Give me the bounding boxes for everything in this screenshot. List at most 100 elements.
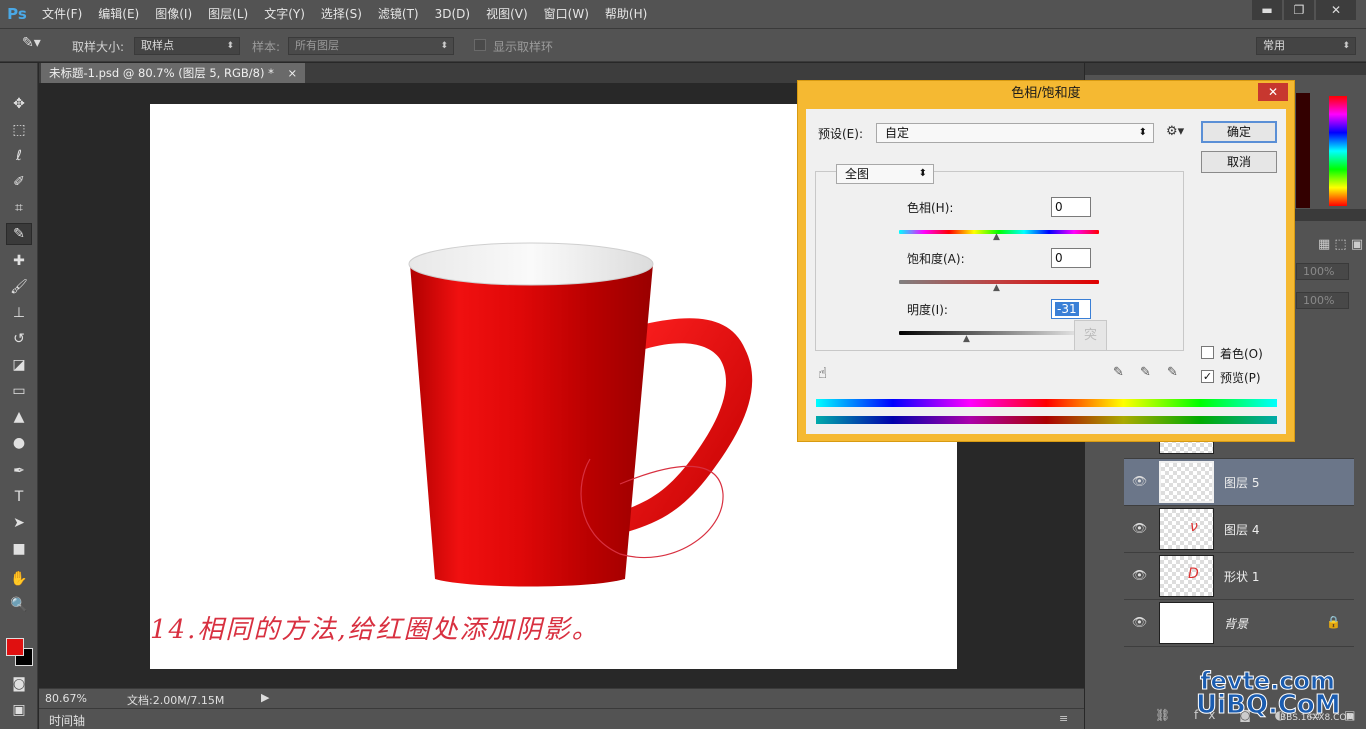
lock-icons[interactable]: ▦ ⬚ ▣ bbox=[1318, 237, 1363, 252]
timeline-tab[interactable]: 时间轴 bbox=[49, 712, 85, 729]
select-arrow-icon: ⬍ bbox=[226, 41, 234, 51]
layer-thumb-mark: D bbox=[1188, 566, 1199, 582]
hue-input[interactable]: 0 bbox=[1051, 197, 1091, 217]
close-window-button[interactable]: ✕ bbox=[1316, 0, 1356, 20]
menu-file[interactable]: 文件(F) bbox=[34, 0, 90, 28]
color-field[interactable] bbox=[1296, 93, 1310, 208]
menu-edit[interactable]: 编辑(E) bbox=[90, 0, 147, 28]
status-bar: 80.67% 文档:2.00M/7.15M ▶ bbox=[39, 688, 1084, 708]
gradient-tool-icon[interactable]: ▭ bbox=[6, 380, 32, 402]
layer-row[interactable]: 👁 D 形状 1 bbox=[1124, 553, 1354, 600]
menu-help[interactable]: 帮助(H) bbox=[597, 0, 655, 28]
mug-body bbox=[410, 264, 653, 587]
minimize-button[interactable]: ▬ bbox=[1252, 0, 1282, 20]
zoom-tool-icon[interactable]: 🔍 bbox=[6, 594, 32, 616]
quick-select-tool-icon[interactable]: ✐ bbox=[6, 171, 32, 193]
move-tool-icon[interactable]: ✥ bbox=[6, 93, 32, 115]
menu-image[interactable]: 图像(I) bbox=[147, 0, 200, 28]
workspace-select[interactable]: 常用 ⬍ bbox=[1256, 37, 1356, 55]
screen-mode-icon[interactable]: ▣ bbox=[6, 699, 32, 721]
brush-tool-icon[interactable]: 🖌 bbox=[6, 276, 32, 298]
saturation-input[interactable]: 0 bbox=[1051, 248, 1091, 268]
stamp-tool-icon[interactable]: ⊥ bbox=[6, 302, 32, 324]
layer-thumb-mark: ν bbox=[1190, 519, 1198, 535]
menu-filter[interactable]: 滤镜(T) bbox=[370, 0, 427, 28]
show-ring-checkbox[interactable] bbox=[474, 39, 486, 51]
layer-row-selected[interactable]: 👁 图层 5 bbox=[1124, 459, 1354, 506]
sample-select[interactable]: 所有图层 ⬍ bbox=[288, 37, 454, 55]
preset-select[interactable]: 自定 ⬍ bbox=[876, 123, 1154, 143]
preview-checkbox[interactable]: ✓ bbox=[1201, 370, 1214, 383]
panel-menu-icon[interactable]: ≡ bbox=[1059, 712, 1068, 725]
lightness-slider-track[interactable] bbox=[899, 331, 1099, 335]
rectangle-tool-icon[interactable]: ■ bbox=[6, 538, 32, 560]
eyedropper-plus-icon[interactable]: ✎ bbox=[1140, 365, 1151, 380]
lightness-input[interactable]: -31 bbox=[1051, 299, 1091, 319]
menu-select[interactable]: 选择(S) bbox=[313, 0, 370, 28]
visibility-eye-icon[interactable]: 👁 bbox=[1132, 474, 1148, 488]
layer-thumbnail bbox=[1159, 602, 1214, 644]
window-controls: ▬ ❐ ✕ bbox=[1252, 0, 1356, 24]
menu-type[interactable]: 文字(Y) bbox=[256, 0, 313, 28]
colorize-checkbox[interactable] bbox=[1201, 346, 1214, 359]
output-color-bar bbox=[816, 416, 1277, 424]
pen-tool-icon[interactable]: ✒ bbox=[6, 460, 32, 482]
eyedropper-tool-preset-icon[interactable]: ✎▾ bbox=[22, 35, 46, 55]
channel-value: 全图 bbox=[845, 167, 870, 181]
lock-icon: 🔒 bbox=[1326, 615, 1341, 629]
channel-select[interactable]: 全图 ⬍ bbox=[836, 164, 934, 184]
lightness-slider-thumb[interactable]: ▲ bbox=[963, 334, 970, 344]
cancel-button[interactable]: 取消 bbox=[1201, 151, 1277, 173]
zoom-level[interactable]: 80.67% bbox=[45, 692, 87, 705]
targeted-adjustment-hand-icon[interactable]: ☝ bbox=[818, 364, 827, 382]
hue-slider-thumb[interactable]: ▲ bbox=[993, 232, 1000, 242]
hand-tool-icon[interactable]: ✋ bbox=[6, 568, 32, 590]
visibility-eye-icon[interactable]: 👁 bbox=[1132, 521, 1148, 535]
tooltip-box: 突 bbox=[1074, 320, 1107, 351]
fill-field[interactable]: 100% bbox=[1296, 292, 1349, 309]
layer-thumbnail: ν bbox=[1159, 508, 1214, 550]
lasso-tool-icon[interactable]: ℓ bbox=[6, 145, 32, 167]
colorize-label: 着色(O) bbox=[1220, 347, 1263, 361]
eyedropper-minus-icon[interactable]: ✎ bbox=[1167, 365, 1178, 380]
quick-mask-icon[interactable]: ◙ bbox=[6, 673, 32, 695]
menu-view[interactable]: 视图(V) bbox=[478, 0, 536, 28]
visibility-eye-icon[interactable]: 👁 bbox=[1132, 568, 1148, 582]
layer-row[interactable]: 👁 ν 图层 4 bbox=[1124, 506, 1354, 553]
menu-layer[interactable]: 图层(L) bbox=[200, 0, 256, 28]
hue-spectrum-bar[interactable] bbox=[1329, 96, 1347, 206]
mug-rim bbox=[408, 242, 654, 286]
workspace-value: 常用 bbox=[1263, 39, 1285, 52]
dialog-title: 色相/饱和度 bbox=[1011, 86, 1081, 101]
visibility-eye-icon[interactable]: 👁 bbox=[1132, 615, 1148, 629]
type-tool-icon[interactable]: T bbox=[6, 486, 32, 508]
marquee-tool-icon[interactable]: ⬚ bbox=[6, 119, 32, 141]
maximize-button[interactable]: ❐ bbox=[1284, 0, 1314, 20]
eyedropper-tool-icon[interactable]: ✎ bbox=[6, 223, 32, 245]
opacity-field[interactable]: 100% bbox=[1296, 263, 1349, 280]
blur-tool-icon[interactable]: ▲ bbox=[6, 406, 32, 428]
document-tab[interactable]: 未标题-1.psd @ 80.7% (图层 5, RGB/8) * × bbox=[41, 63, 306, 83]
menu-window[interactable]: 窗口(W) bbox=[536, 0, 597, 28]
eraser-tool-icon[interactable]: ◪ bbox=[6, 354, 32, 376]
lightness-label: 明度(I): bbox=[907, 303, 948, 317]
sample-size-select[interactable]: 取样点 ⬍ bbox=[134, 37, 240, 55]
panel-header-bar bbox=[1085, 63, 1366, 75]
ok-button[interactable]: 确定 bbox=[1201, 121, 1277, 143]
path-select-tool-icon[interactable]: ➤ bbox=[6, 512, 32, 534]
document-tab-close-icon[interactable]: × bbox=[288, 66, 298, 80]
menu-3d[interactable]: 3D(D) bbox=[427, 0, 478, 28]
hue-saturation-dialog: 色相/饱和度 ✕ 预设(E): 自定 ⬍ ⚙▾ 确定 取消 全图 ⬍ 色相(H)… bbox=[797, 80, 1295, 442]
saturation-slider-thumb[interactable]: ▲ bbox=[993, 283, 1000, 293]
preset-options-gear-icon[interactable]: ⚙▾ bbox=[1166, 124, 1184, 139]
healing-brush-tool-icon[interactable]: ✚ bbox=[6, 250, 32, 272]
eyedropper-icon[interactable]: ✎ bbox=[1113, 365, 1124, 380]
saturation-label: 饱和度(A): bbox=[907, 252, 965, 266]
history-brush-tool-icon[interactable]: ↺ bbox=[6, 328, 32, 350]
layer-row-background[interactable]: 👁 背景 🔒 bbox=[1124, 600, 1354, 647]
dialog-close-button[interactable]: ✕ bbox=[1258, 83, 1288, 101]
crop-tool-icon[interactable]: ⌗ bbox=[6, 197, 32, 219]
status-menu-arrow-icon[interactable]: ▶ bbox=[261, 691, 269, 704]
dodge-tool-icon[interactable]: ● bbox=[6, 432, 32, 454]
adjustment-group-box bbox=[815, 171, 1184, 351]
